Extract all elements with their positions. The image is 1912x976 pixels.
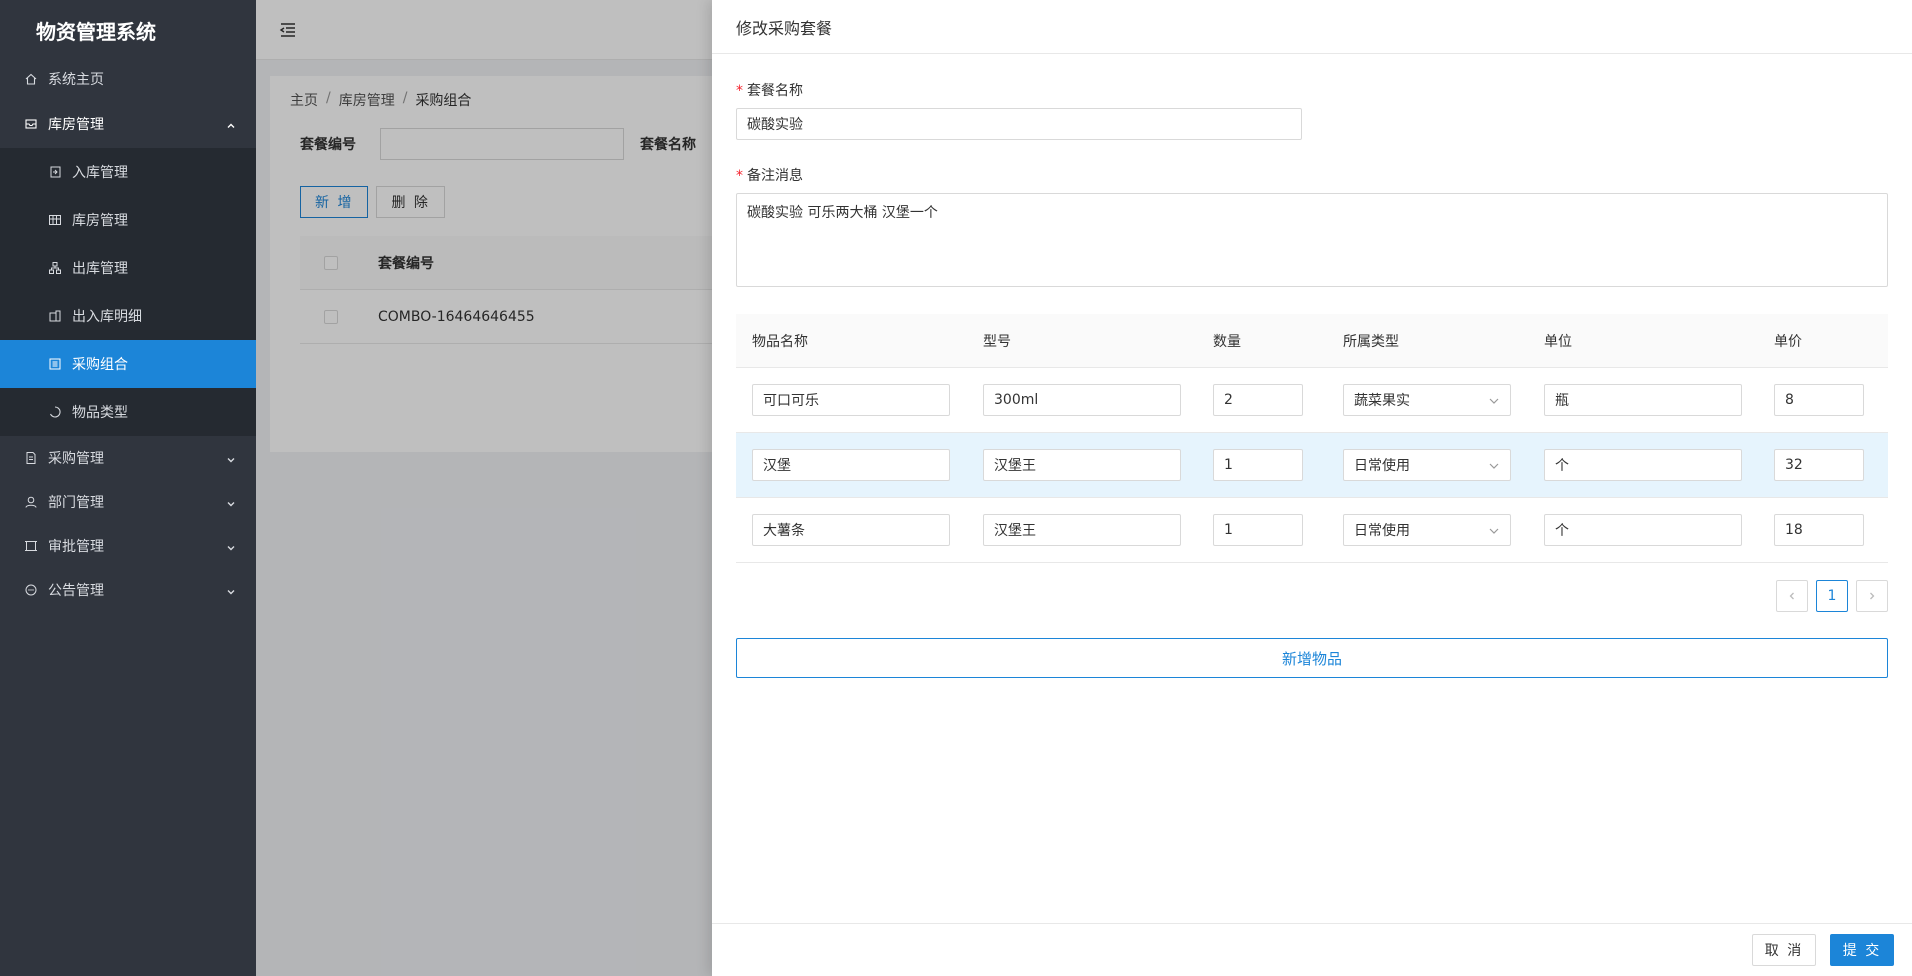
item-name-input[interactable]: 可口可乐 xyxy=(752,384,950,416)
cluster-icon xyxy=(48,261,62,275)
sidebar-item-storeroom[interactable]: 库房管理 xyxy=(0,196,256,244)
item-price-input[interactable]: 18 xyxy=(1774,514,1864,546)
loading-icon xyxy=(48,405,62,419)
required-mark: * xyxy=(736,83,743,99)
app-title: 物资管理系统 xyxy=(36,20,156,44)
sidebar: 物资管理系统 系统主页 库房管理 入库管理 库房管理 出库管理 出入库明细 采购… xyxy=(0,0,256,976)
chevron-down-icon xyxy=(1488,460,1500,472)
column-header-price: 单价 xyxy=(1774,334,1802,350)
sidebar-item-stock-in[interactable]: 入库管理 xyxy=(0,148,256,196)
sidebar-item-label: 物品类型 xyxy=(72,405,128,421)
column-header-model: 型号 xyxy=(983,334,1011,350)
inbox-icon xyxy=(24,117,38,131)
sidebar-item-purchase-combo[interactable]: 采购组合 xyxy=(0,340,256,388)
sidebar-item-label: 系统主页 xyxy=(48,72,104,88)
sidebar-item-label: 出库管理 xyxy=(72,261,128,277)
item-unit-input[interactable]: 个 xyxy=(1544,449,1742,481)
message-icon xyxy=(24,583,38,597)
chevron-down-icon xyxy=(1488,525,1500,537)
chevron-down-icon xyxy=(226,585,236,595)
pagination: 1 xyxy=(1776,580,1888,612)
sidebar-item-label: 采购管理 xyxy=(48,451,104,467)
sidebar-item-label: 审批管理 xyxy=(48,539,104,555)
combo-name-label: * 套餐名称 xyxy=(736,80,803,100)
file-icon xyxy=(24,451,38,465)
user-icon xyxy=(24,495,38,509)
table-row: 汉堡 汉堡王 1 日常使用 个 32 xyxy=(736,433,1888,498)
item-type-value: 蔬菜果实 xyxy=(1354,393,1410,409)
sidebar-item-purchase[interactable]: 采购管理 xyxy=(0,436,256,480)
column-header-type: 所属类型 xyxy=(1343,334,1399,350)
table-row: 大薯条 汉堡王 1 日常使用 个 18 xyxy=(736,498,1888,563)
chevron-down-icon xyxy=(226,453,236,463)
item-type-select[interactable]: 日常使用 xyxy=(1343,514,1511,546)
item-name-input[interactable]: 大薯条 xyxy=(752,514,950,546)
edit-combo-drawer: 修改采购套餐 * 套餐名称 碳酸实验 * 备注消息 碳酸实验 可乐两大桶 汉堡一个 … xyxy=(712,0,1912,976)
sidebar-item-warehouse[interactable]: 库房管理 xyxy=(0,100,256,148)
chevron-down-icon xyxy=(226,541,236,551)
list-icon xyxy=(48,357,62,371)
remark-textarea[interactable]: 碳酸实验 可乐两大桶 汉堡一个 xyxy=(736,193,1888,287)
item-price-input[interactable]: 8 xyxy=(1774,384,1864,416)
border-icon xyxy=(24,539,38,553)
remark-label: * 备注消息 xyxy=(736,165,803,185)
sidebar-item-item-type[interactable]: 物品类型 xyxy=(0,388,256,436)
next-page-button[interactable] xyxy=(1856,580,1888,612)
sidebar-item-label: 出入库明细 xyxy=(72,309,142,325)
item-price-input[interactable]: 32 xyxy=(1774,449,1864,481)
sidebar-item-stock-out[interactable]: 出库管理 xyxy=(0,244,256,292)
item-qty-input[interactable]: 2 xyxy=(1213,384,1303,416)
sidebar-item-label: 库房管理 xyxy=(48,117,104,133)
column-header-name: 物品名称 xyxy=(752,334,808,350)
item-qty-input[interactable]: 1 xyxy=(1213,514,1303,546)
sidebar-item-home[interactable]: 系统主页 xyxy=(0,64,256,94)
drawer-title: 修改采购套餐 xyxy=(712,0,1912,54)
sidebar-item-department[interactable]: 部门管理 xyxy=(0,480,256,524)
prev-page-button[interactable] xyxy=(1776,580,1808,612)
sidebar-item-label: 采购组合 xyxy=(72,357,128,373)
item-type-value: 日常使用 xyxy=(1354,523,1410,539)
page-number-button[interactable]: 1 xyxy=(1816,580,1848,612)
item-qty-input[interactable]: 1 xyxy=(1213,449,1303,481)
remark-label-text: 备注消息 xyxy=(747,168,803,184)
item-type-select[interactable]: 蔬菜果实 xyxy=(1343,384,1511,416)
item-unit-input[interactable]: 瓶 xyxy=(1544,384,1742,416)
column-header-qty: 数量 xyxy=(1213,334,1241,350)
sidebar-item-label: 库房管理 xyxy=(72,213,128,229)
chevron-down-icon xyxy=(226,497,236,507)
combo-name-input[interactable]: 碳酸实验 xyxy=(736,108,1302,140)
home-icon xyxy=(24,72,38,86)
item-type-value: 日常使用 xyxy=(1354,458,1410,474)
chevron-right-icon xyxy=(1870,592,1875,600)
item-unit-input[interactable]: 个 xyxy=(1544,514,1742,546)
building-icon xyxy=(48,309,62,323)
submit-button[interactable]: 提 交 xyxy=(1830,934,1894,966)
items-table: 物品名称 型号 数量 所属类型 单位 单价 可口可乐 300ml 2 蔬菜果实 … xyxy=(736,314,1888,563)
cancel-button[interactable]: 取 消 xyxy=(1752,934,1816,966)
item-model-input[interactable]: 汉堡王 xyxy=(983,514,1181,546)
item-model-input[interactable]: 300ml xyxy=(983,384,1181,416)
table-row: 可口可乐 300ml 2 蔬菜果实 瓶 8 xyxy=(736,368,1888,433)
item-name-input[interactable]: 汉堡 xyxy=(752,449,950,481)
combo-name-label-text: 套餐名称 xyxy=(747,83,803,99)
drawer-footer: 取 消 提 交 xyxy=(712,923,1912,976)
items-table-header: 物品名称 型号 数量 所属类型 单位 单价 xyxy=(736,314,1888,368)
chevron-down-icon xyxy=(1488,395,1500,407)
import-icon xyxy=(48,165,62,179)
add-item-button[interactable]: 新增物品 xyxy=(736,638,1888,678)
required-mark: * xyxy=(736,168,743,184)
chevron-up-icon xyxy=(226,119,236,129)
sidebar-item-label: 部门管理 xyxy=(48,495,104,511)
warehouse-submenu: 入库管理 库房管理 出库管理 出入库明细 采购组合 物品类型 xyxy=(0,148,256,436)
sidebar-item-label: 入库管理 xyxy=(72,165,128,181)
sidebar-item-notice[interactable]: 公告管理 xyxy=(0,568,256,612)
sidebar-item-label: 公告管理 xyxy=(48,583,104,599)
sidebar-item-io-detail[interactable]: 出入库明细 xyxy=(0,292,256,340)
chevron-left-icon xyxy=(1789,592,1794,600)
table-icon xyxy=(48,213,62,227)
column-header-unit: 单位 xyxy=(1544,334,1572,350)
item-type-select[interactable]: 日常使用 xyxy=(1343,449,1511,481)
sidebar-item-approval[interactable]: 审批管理 xyxy=(0,524,256,568)
item-model-input[interactable]: 汉堡王 xyxy=(983,449,1181,481)
